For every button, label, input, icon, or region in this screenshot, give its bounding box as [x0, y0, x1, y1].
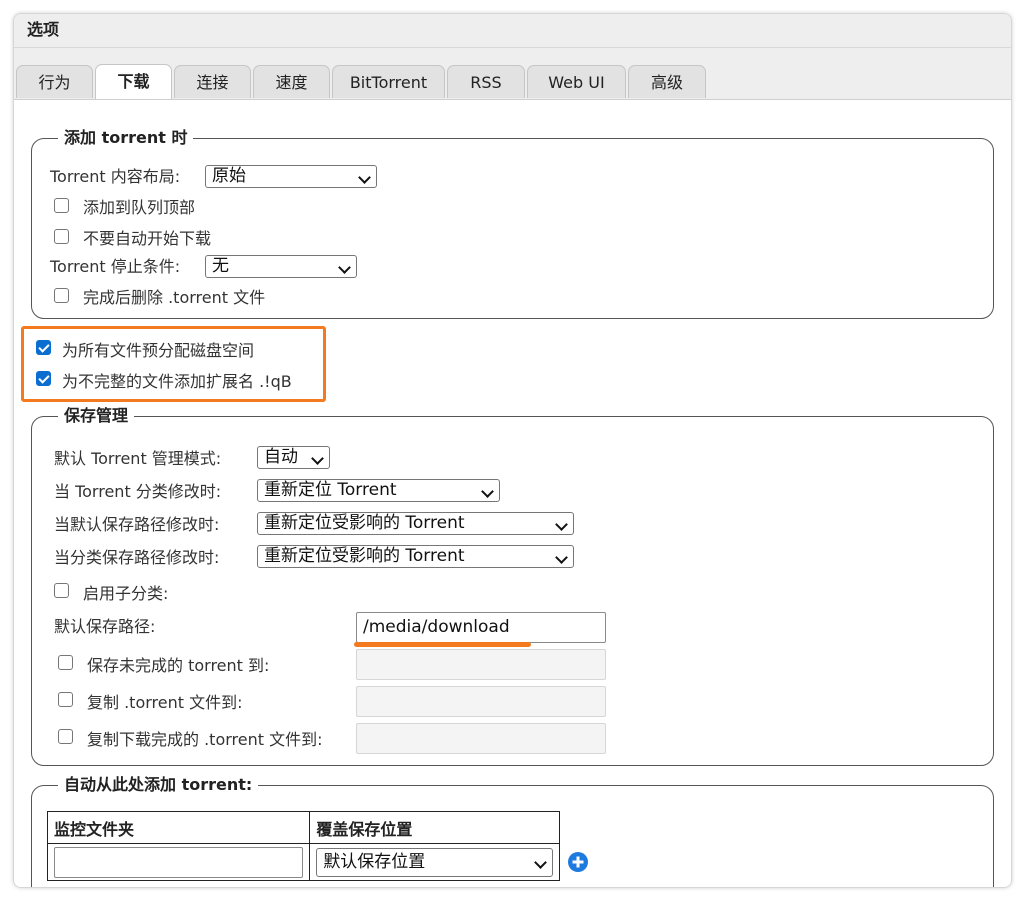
default-save-path-input[interactable]: /media/download — [356, 612, 606, 643]
override-location-select[interactable]: 默认保存位置 — [316, 848, 553, 877]
content-layout-select[interactable]: 原始 — [205, 165, 377, 188]
tab-downloads[interactable]: 下载 — [95, 64, 172, 99]
chevron-down-icon — [338, 261, 351, 274]
chevron-down-icon — [481, 485, 494, 498]
col-override-location: 覆盖保存位置 — [310, 812, 560, 844]
copy-torrent-input[interactable] — [356, 686, 606, 717]
tab-behavior[interactable]: 行为 — [16, 65, 93, 98]
subcategories-label: 启用子分类: — [83, 583, 168, 605]
window-title: 选项 — [14, 14, 1011, 48]
watched-folders-table: 监控文件夹 覆盖保存位置 默认保存位置 — [47, 811, 560, 881]
default-path-changed-value: 重新定位受影响的 Torrent — [264, 513, 465, 533]
plus-circle-icon[interactable] — [568, 852, 588, 872]
col-watched-folder: 监控文件夹 — [48, 812, 310, 844]
save-management-legend: 保存管理 — [58, 405, 134, 427]
save-management-group: 保存管理 默认 Torrent 管理模式: 自动 当 Torrent 分类修改时… — [31, 416, 994, 766]
chevron-down-icon — [534, 856, 547, 869]
subcategories-checkbox[interactable] — [54, 583, 69, 598]
override-location-value: 默认保存位置 — [323, 852, 425, 872]
content-layout-label: Torrent 内容布局: — [50, 166, 180, 188]
chevron-down-icon — [358, 171, 371, 184]
stop-condition-value: 无 — [212, 256, 229, 276]
downloads-panel: 添加 torrent 时 Torrent 内容布局: 原始 添加到队列顶部 不要… — [14, 100, 1011, 887]
category-path-changed-value: 重新定位受影响的 Torrent — [264, 546, 465, 566]
append-extension-checkbox[interactable] — [36, 371, 51, 386]
chevron-down-icon — [311, 452, 324, 465]
category-changed-value: 重新定位 Torrent — [264, 480, 397, 500]
tab-webui[interactable]: Web UI — [527, 65, 626, 98]
auto-add-legend: 自动从此处添加 torrent: — [58, 774, 258, 796]
copy-finished-input[interactable] — [356, 723, 606, 754]
tab-advanced[interactable]: 高级 — [628, 65, 706, 98]
add-torrent-legend: 添加 torrent 时 — [58, 127, 193, 149]
preallocate-label: 为所有文件预分配磁盘空间 — [62, 340, 254, 362]
stop-condition-label: Torrent 停止条件: — [50, 256, 180, 278]
chevron-down-icon — [555, 518, 568, 531]
delete-torrent-label: 完成后删除 .torrent 文件 — [83, 287, 265, 309]
default-path-changed-select[interactable]: 重新定位受影响的 Torrent — [257, 512, 574, 535]
category-path-changed-label: 当分类保存路径修改时: — [54, 547, 219, 569]
default-save-path-label: 默认保存路径: — [54, 616, 155, 638]
table-row: 默认保存位置 — [48, 844, 560, 881]
highlight-underline — [354, 642, 531, 647]
copy-finished-label: 复制下载完成的 .torrent 文件到: — [87, 729, 323, 751]
options-window: 选项 行为 下载 连接 速度 BitTorrent RSS Web UI 高级 … — [13, 13, 1012, 888]
stop-condition-select[interactable]: 无 — [205, 255, 357, 278]
add-torrent-group: 添加 torrent 时 Torrent 内容布局: 原始 添加到队列顶部 不要… — [31, 138, 994, 319]
tab-bittorrent[interactable]: BitTorrent — [332, 65, 445, 98]
add-to-top-checkbox[interactable] — [54, 198, 69, 213]
auto-add-group: 自动从此处添加 torrent: 监控文件夹 覆盖保存位置 默认保存位置 — [31, 785, 994, 888]
management-mode-select[interactable]: 自动 — [257, 446, 330, 469]
add-to-top-label: 添加到队列顶部 — [83, 197, 195, 219]
copy-torrent-label: 复制 .torrent 文件到: — [87, 692, 243, 714]
tab-speed[interactable]: 速度 — [253, 65, 330, 98]
copy-torrent-checkbox[interactable] — [58, 692, 73, 707]
copy-finished-checkbox[interactable] — [58, 729, 73, 744]
chevron-down-icon — [555, 551, 568, 564]
category-changed-label: 当 Torrent 分类修改时: — [54, 481, 221, 503]
save-incomplete-checkbox[interactable] — [58, 655, 73, 670]
watched-folder-input[interactable] — [54, 847, 303, 878]
default-path-changed-label: 当默认保存路径修改时: — [54, 514, 219, 536]
save-incomplete-input[interactable] — [356, 649, 606, 680]
preallocate-checkbox[interactable] — [36, 340, 51, 355]
tab-bar: 行为 下载 连接 速度 BitTorrent RSS Web UI 高级 — [14, 48, 1011, 100]
dont-start-label: 不要自动开始下载 — [83, 228, 211, 250]
tab-connection[interactable]: 连接 — [174, 65, 251, 98]
delete-torrent-checkbox[interactable] — [54, 288, 69, 303]
category-changed-select[interactable]: 重新定位 Torrent — [257, 479, 500, 502]
save-incomplete-label: 保存未完成的 torrent 到: — [87, 655, 269, 677]
management-mode-value: 自动 — [264, 447, 298, 467]
dont-start-checkbox[interactable] — [54, 229, 69, 244]
management-mode-label: 默认 Torrent 管理模式: — [54, 448, 221, 470]
content-layout-value: 原始 — [212, 166, 246, 186]
category-path-changed-select[interactable]: 重新定位受影响的 Torrent — [257, 545, 574, 568]
append-extension-label: 为不完整的文件添加扩展名 .!qB — [62, 371, 292, 393]
tab-rss[interactable]: RSS — [447, 65, 525, 98]
